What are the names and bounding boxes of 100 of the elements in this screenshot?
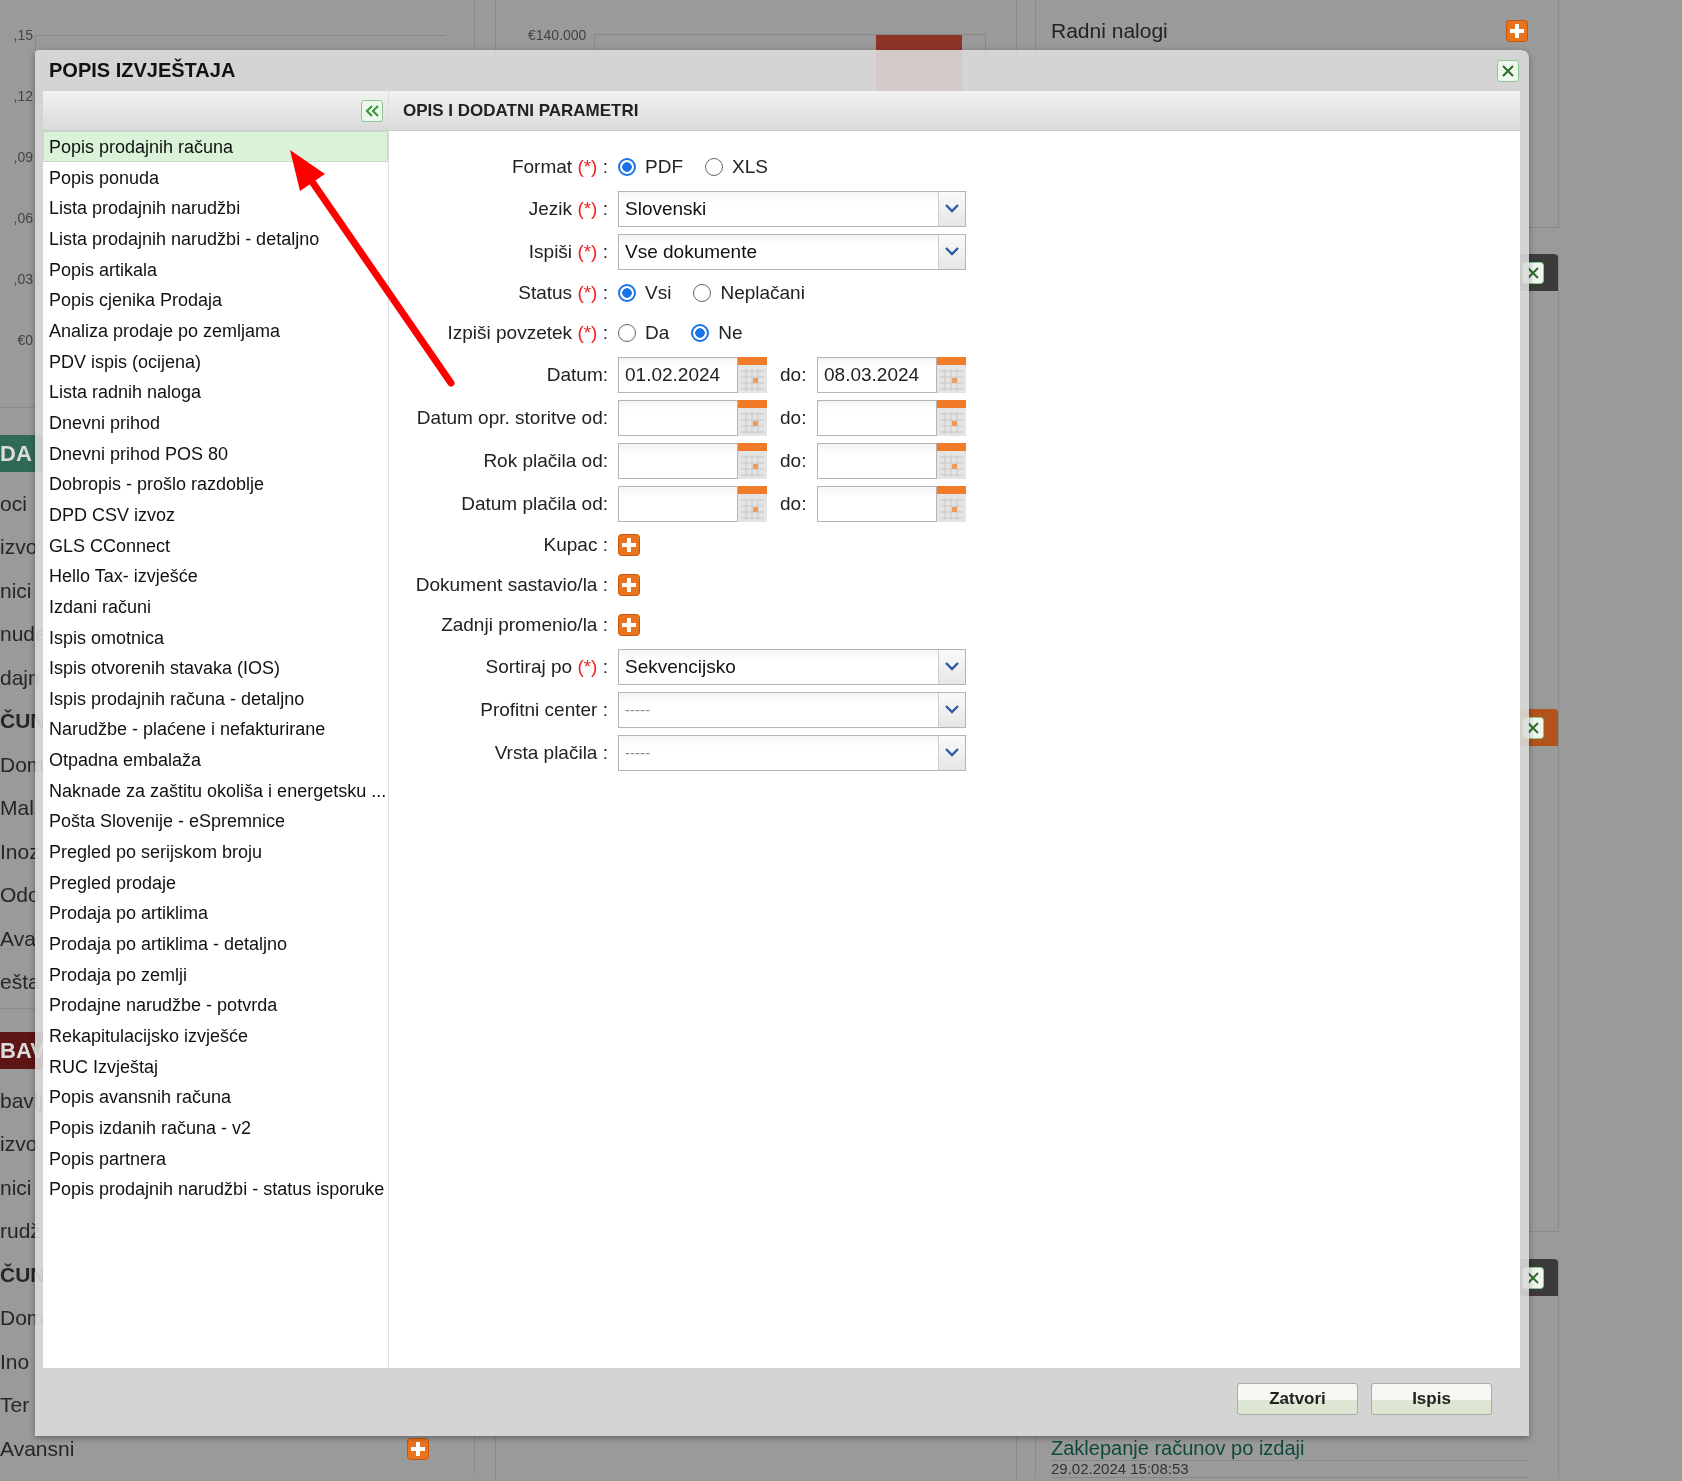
field-label: Vrsta plačila : xyxy=(493,741,608,764)
nav-item[interactable]: nici xyxy=(0,1175,32,1200)
plus-icon[interactable] xyxy=(618,614,640,636)
date-field[interactable]: 01.02.2024 xyxy=(618,356,738,393)
list-item[interactable]: Pregled po serijskom broju xyxy=(43,836,388,867)
calendar-icon[interactable] xyxy=(738,399,767,436)
axis-label: ,12 xyxy=(13,87,33,106)
list-item[interactable]: Popis prodajnih narudžbi - status isporuke xyxy=(43,1173,388,1204)
field-label: Datum opr. storitve od: xyxy=(415,406,608,429)
radio-label: Da xyxy=(645,322,670,344)
list-item[interactable]: Popis prodajnih računa xyxy=(43,131,388,162)
nav-item[interactable]: Mal xyxy=(0,796,34,821)
list-item[interactable]: Prodaja po artiklima xyxy=(43,897,388,929)
field-label: Izpiši povzetek (*) : xyxy=(446,322,608,344)
list-item[interactable]: Prodajne narudžbe - potvrda xyxy=(43,989,388,1021)
list-item[interactable]: DPD CSV izvoz xyxy=(43,498,388,530)
axis-label: ,15 xyxy=(13,26,33,45)
field-label: do: xyxy=(780,492,807,515)
list-item[interactable]: Naknade za zaštitu okoliša i energetsku ... xyxy=(43,774,388,806)
list-item[interactable]: Dnevni prihod xyxy=(43,406,388,438)
radio-button[interactable] xyxy=(705,158,723,176)
list-item[interactable]: Popis partnera xyxy=(43,1142,388,1174)
nav-item[interactable]: Avansni xyxy=(0,1436,75,1461)
list-item[interactable]: Popis ponuda xyxy=(43,161,388,193)
calendar-icon[interactable] xyxy=(738,442,767,479)
list-item[interactable]: Dnevni prihod POS 80 xyxy=(43,437,388,469)
date-field[interactable] xyxy=(618,442,738,479)
field-label: Datum: xyxy=(545,363,608,386)
date-field[interactable] xyxy=(817,399,937,436)
pane-header: OPIS I DODATNI PARAMETRI xyxy=(389,91,1520,131)
field-label: Datum plačila od: xyxy=(460,492,608,515)
field-label: Profitni center : xyxy=(479,698,608,721)
nav-item[interactable]: izvo xyxy=(0,1132,38,1157)
list-item[interactable]: Popis cjenika Prodaja xyxy=(43,284,388,315)
collapse-button[interactable] xyxy=(361,99,383,122)
list-item[interactable]: Lista prodajnih narudžbi xyxy=(43,192,388,223)
date-field[interactable] xyxy=(817,442,937,479)
radio-button[interactable] xyxy=(618,284,636,302)
dropdown[interactable]: Slovenski xyxy=(618,190,966,227)
nav-item[interactable]: nici xyxy=(0,578,32,603)
date-field[interactable] xyxy=(817,485,937,522)
calendar-icon[interactable] xyxy=(937,356,966,393)
list-item[interactable]: Narudžbe - plaćene i nefakturirane xyxy=(43,713,388,745)
radio-button[interactable] xyxy=(618,158,636,176)
dropdown[interactable]: Sekvencijsko xyxy=(618,648,966,685)
dropdown[interactable]: ----- xyxy=(618,691,966,728)
list-item[interactable]: Ispis omotnica xyxy=(43,621,388,653)
nav-item[interactable]: Ter xyxy=(0,1393,30,1418)
date-field[interactable] xyxy=(618,399,738,436)
calendar-icon[interactable] xyxy=(738,485,767,522)
list-item[interactable]: Lista prodajnih narudžbi - detaljno xyxy=(43,222,388,254)
calendar-icon[interactable] xyxy=(937,442,966,479)
list-item[interactable]: Pošta Slovenije - eSpremnice xyxy=(43,805,388,837)
list-item[interactable]: Lista radnih naloga xyxy=(43,376,388,407)
list-item[interactable]: Prodaja po zemlji xyxy=(43,958,388,990)
dropdown[interactable]: Vse dokumente xyxy=(618,233,966,270)
list-item[interactable]: Izdani računi xyxy=(43,590,388,622)
list-item[interactable]: Hello Tax- izvješće xyxy=(43,560,388,591)
radio-button[interactable] xyxy=(693,284,712,302)
calendar-icon[interactable] xyxy=(937,399,966,436)
axis-label: ,06 xyxy=(13,209,33,228)
nav-item[interactable]: oci xyxy=(0,491,27,516)
nav-item[interactable]: Ino xyxy=(0,1349,30,1374)
field-label: do: xyxy=(780,363,807,386)
list-item[interactable]: GLS CConnect xyxy=(43,529,388,561)
date-field[interactable]: 08.03.2024 xyxy=(817,356,937,393)
calendar-icon[interactable] xyxy=(937,485,966,522)
radio-label: PDF xyxy=(645,156,683,178)
timestamp: 29.02.2024 15:08:53 xyxy=(1051,1461,1190,1477)
radio-button[interactable] xyxy=(618,324,636,342)
nav-item[interactable]: izvo xyxy=(0,535,38,560)
axis-label: €0 xyxy=(17,331,33,350)
entry-title[interactable]: Zaklepanje računov po izdaji xyxy=(1051,1437,1528,1459)
list-item[interactable]: Popis avansnih računa xyxy=(43,1081,388,1112)
date-field[interactable] xyxy=(618,485,738,522)
list-item[interactable]: Popis izdanih računa - v2 xyxy=(43,1112,388,1143)
list-item[interactable]: Analiza prodaje po zemljama xyxy=(43,314,388,346)
close-button[interactable] xyxy=(1497,59,1519,82)
list-item[interactable]: Ispis prodajnih računa - detaljno xyxy=(43,682,388,714)
plus-icon[interactable] xyxy=(1506,20,1528,42)
dialog-button[interactable]: Ispis xyxy=(1371,1383,1492,1415)
field-label: Ispiši (*) : xyxy=(527,240,608,263)
list-item[interactable]: Otpadna embalaža xyxy=(43,744,388,775)
field-label: Rok plačila od: xyxy=(482,449,608,472)
plus-icon[interactable] xyxy=(618,574,640,596)
calendar-icon[interactable] xyxy=(738,356,767,393)
radio-label: Neplačani xyxy=(720,282,805,304)
dialog-button[interactable]: Zatvori xyxy=(1237,1383,1358,1415)
plus-icon[interactable] xyxy=(618,534,640,556)
plus-icon[interactable] xyxy=(407,1437,429,1460)
nav-item[interactable]: Ava xyxy=(0,926,36,951)
list-item[interactable]: Ispis otvorenih stavaka (IOS) xyxy=(43,652,388,683)
chevron-down-icon xyxy=(945,748,959,757)
dropdown[interactable]: ----- xyxy=(618,734,966,771)
list-item[interactable]: Prodaja po artiklima - detaljno xyxy=(43,928,388,959)
list-item[interactable]: Pregled prodaje xyxy=(43,866,388,898)
panel-title: Radni nalogi xyxy=(1051,19,1168,43)
radio-button[interactable] xyxy=(691,324,710,342)
list-item[interactable]: PDV ispis (ocijena) xyxy=(43,345,388,377)
list-item[interactable]: Popis artikala xyxy=(43,253,388,285)
